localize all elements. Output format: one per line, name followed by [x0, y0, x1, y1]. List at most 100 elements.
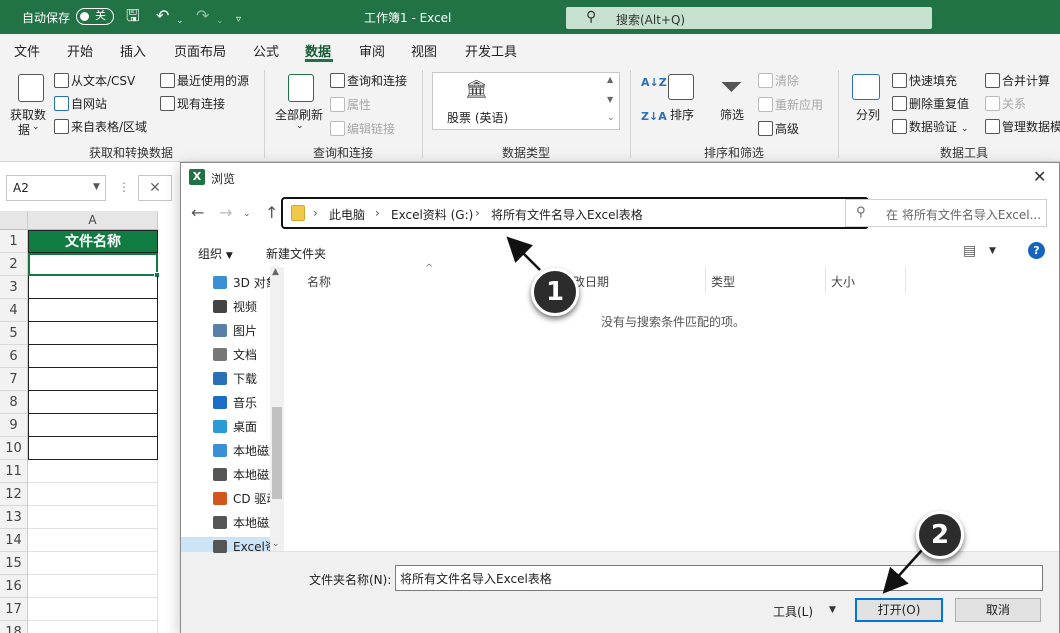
table-cell[interactable]: [28, 322, 158, 345]
edit-links-button[interactable]: 编辑链接: [330, 120, 395, 137]
breadcrumb-separator-icon[interactable]: ›: [475, 206, 480, 220]
row-header[interactable]: 4: [0, 299, 28, 322]
row-header[interactable]: 15: [0, 552, 28, 575]
gallery-up-icon[interactable]: ▲: [607, 75, 613, 84]
undo-dropdown-icon[interactable]: ⌄: [176, 12, 184, 30]
table-cell[interactable]: [28, 368, 158, 391]
breadcrumb-separator-icon[interactable]: ›: [313, 206, 318, 220]
manage-data-model-button[interactable]: 管理数据模: [985, 118, 1060, 135]
address-bar[interactable]: › 此电脑 › Excel资料 (G:) › 将所有文件名导入Excel表格: [281, 197, 869, 229]
tab-file[interactable]: 文件: [14, 41, 40, 60]
tab-formulas[interactable]: 公式: [253, 41, 279, 60]
chevron-down-icon[interactable]: ▼: [93, 182, 100, 192]
nav-item[interactable]: 文档: [233, 345, 271, 365]
row-header[interactable]: 14: [0, 529, 28, 552]
help-icon[interactable]: ?: [1028, 242, 1045, 259]
sort-icon[interactable]: [668, 74, 694, 100]
nav-item[interactable]: 图片: [233, 321, 271, 341]
reapply-button[interactable]: 重新应用: [758, 96, 823, 113]
table-cell[interactable]: [28, 414, 158, 437]
row-header[interactable]: 6: [0, 345, 28, 368]
recent-locations-icon[interactable]: ⌄: [243, 209, 251, 219]
nav-scrollbar[interactable]: ▲ ⌄: [270, 267, 284, 551]
tab-home[interactable]: 开始: [67, 41, 93, 60]
up-icon[interactable]: ↑: [265, 203, 278, 222]
breadcrumb-drive[interactable]: Excel资料 (G:): [391, 206, 473, 223]
row-header[interactable]: 11: [0, 460, 28, 483]
search-box[interactable]: ⚲ 搜索(Alt+Q): [566, 7, 932, 29]
nav-item[interactable]: CD 驱动器: [233, 489, 271, 509]
close-icon[interactable]: ✕: [1033, 167, 1046, 186]
split-button[interactable]: 分列: [856, 106, 880, 123]
tab-insert[interactable]: 插入: [120, 41, 146, 60]
grid-cell[interactable]: [28, 575, 158, 598]
chevron-down-icon[interactable]: ⌄: [296, 121, 304, 131]
column-name[interactable]: 名称: [307, 273, 331, 290]
folder-search-box[interactable]: ⚲ 在 将所有文件名导入Excel...: [845, 199, 1047, 227]
grid-cell[interactable]: [28, 506, 158, 529]
grid-cell[interactable]: [28, 552, 158, 575]
nav-item[interactable]: 音乐: [233, 393, 271, 413]
flash-fill-button[interactable]: 快速填充: [892, 72, 957, 89]
name-box[interactable]: A2 ▼: [6, 175, 106, 201]
nav-item[interactable]: 本地磁盘: [233, 441, 271, 461]
save-icon[interactable]: 🖫: [126, 7, 140, 25]
table-cell[interactable]: [28, 299, 158, 322]
table-cell[interactable]: [28, 345, 158, 368]
new-folder-button[interactable]: 新建文件夹: [266, 245, 326, 262]
column-size[interactable]: 大小: [831, 273, 855, 290]
row-header[interactable]: 17: [0, 598, 28, 621]
view-options-icon[interactable]: ▤: [963, 243, 976, 259]
properties-button[interactable]: 属性: [330, 96, 371, 113]
gallery-expand-icon[interactable]: ⌄: [607, 113, 615, 123]
grid-cell[interactable]: [28, 598, 158, 621]
row-header[interactable]: 8: [0, 391, 28, 414]
grid-cell[interactable]: [28, 460, 158, 483]
clear-button[interactable]: 清除: [758, 72, 799, 89]
scroll-thumb[interactable]: [272, 407, 282, 499]
row-header[interactable]: 1: [0, 230, 28, 253]
tab-view[interactable]: 视图: [411, 41, 437, 60]
row-header[interactable]: 13: [0, 506, 28, 529]
nav-item[interactable]: 本地磁盘: [233, 465, 271, 485]
tab-data[interactable]: 数据: [305, 41, 331, 60]
redo-dropdown-icon[interactable]: ⌄: [216, 12, 224, 30]
autosave-toggle[interactable]: 关: [76, 8, 114, 25]
remove-duplicates-button[interactable]: 删除重复值: [892, 95, 969, 112]
consolidate-button[interactable]: 合并计算: [985, 72, 1050, 89]
nav-item[interactable]: 下载: [233, 369, 271, 389]
refresh-icon[interactable]: [288, 74, 314, 102]
header-cell-a1[interactable]: 文件名称: [28, 230, 158, 253]
chevron-down-icon[interactable]: ⌄: [32, 122, 40, 132]
back-icon[interactable]: ←: [191, 203, 204, 222]
breadcrumb-separator-icon[interactable]: ›: [375, 206, 380, 220]
get-data-button-line2[interactable]: 据: [18, 121, 30, 138]
forward-icon[interactable]: →: [219, 203, 232, 222]
cancel-button[interactable]: 取消: [955, 598, 1041, 622]
scroll-up-icon[interactable]: ▲: [272, 267, 279, 277]
redo-icon[interactable]: ↷: [196, 7, 209, 25]
data-validation-button[interactable]: 数据验证 ⌄: [892, 118, 969, 135]
queries-connections-button[interactable]: 查询和连接: [330, 72, 407, 89]
sort-button[interactable]: 排序: [670, 106, 694, 123]
row-header[interactable]: 2: [0, 253, 28, 276]
existing-connections-button[interactable]: 现有连接: [160, 95, 225, 112]
breadcrumb-this-pc[interactable]: 此电脑: [329, 206, 365, 223]
row-header[interactable]: 9: [0, 414, 28, 437]
tools-button[interactable]: 工具(L): [773, 603, 813, 620]
row-header[interactable]: 10: [0, 437, 28, 460]
filter-button[interactable]: 筛选: [720, 106, 744, 123]
relationships-button[interactable]: 关系: [985, 95, 1026, 112]
table-cell[interactable]: [28, 437, 158, 460]
scroll-down-icon[interactable]: ⌄: [272, 539, 280, 549]
from-table-button[interactable]: 来自表格/区域: [54, 118, 147, 135]
folder-name-input[interactable]: [395, 565, 1043, 591]
chevron-down-icon[interactable]: ▼: [829, 605, 836, 615]
grid-cell[interactable]: [28, 621, 158, 633]
advanced-button[interactable]: 高级: [758, 120, 799, 137]
row-header[interactable]: 3: [0, 276, 28, 299]
filter-icon[interactable]: ⏷: [720, 70, 742, 104]
tab-page-layout[interactable]: 页面布局: [174, 41, 226, 60]
gallery-down-icon[interactable]: ▼: [607, 95, 613, 104]
nav-item[interactable]: 桌面: [233, 417, 271, 437]
